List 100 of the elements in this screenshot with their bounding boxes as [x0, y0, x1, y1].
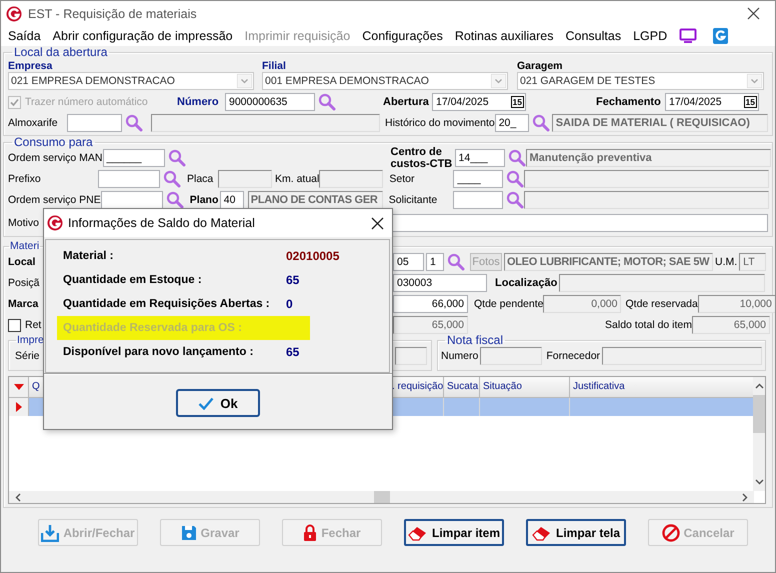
dropdown[interactable]: 021 GARAGEM DE TESTES [517, 72, 764, 90]
display-field: 65,000 [692, 316, 770, 334]
field-label: Solicitante [388, 194, 438, 206]
display-field [218, 170, 272, 188]
text-field[interactable]: 40 [220, 191, 244, 209]
field-label: Qtde pendente [474, 298, 544, 310]
window-title: EST - Requisição de materiais [28, 6, 197, 20]
field-label: Plano [190, 194, 220, 206]
field-label: Fechamento [596, 96, 662, 108]
display-field [319, 170, 384, 188]
close-icon[interactable] [747, 7, 760, 20]
search-icon[interactable] [506, 170, 524, 188]
search-icon[interactable] [532, 114, 550, 132]
field-label: Série [15, 350, 40, 362]
checkmark-icon [198, 396, 214, 410]
field-label: Centro de custos-CTB [390, 146, 454, 170]
row-pointer-icon [16, 402, 22, 412]
field-label: Histórico do movimento [385, 117, 495, 129]
action-button[interactable]: Limpar tela [526, 519, 626, 546]
search-icon[interactable] [508, 149, 526, 167]
action-button[interactable]: Limpar item [404, 519, 504, 546]
calendar-button[interactable]: 15 [744, 96, 757, 108]
text-field[interactable]: 66,000 [393, 295, 468, 313]
menu-item[interactable]: Consultas [560, 29, 628, 43]
field-label: Abertura [383, 96, 430, 108]
chevron-right-icon[interactable] [742, 492, 748, 502]
ok-button[interactable]: Ok [176, 389, 260, 417]
logo-icon [6, 6, 22, 22]
field-label: Numero [441, 350, 478, 362]
menu-item[interactable]: Configurações [356, 29, 449, 43]
download-icon [41, 524, 60, 542]
display-field: Manutenção preventiva [526, 149, 771, 167]
eraser-icon [532, 524, 552, 540]
logo-icon[interactable] [713, 28, 728, 44]
text-field[interactable]: 05 [393, 253, 424, 271]
group-title: Nota fiscal [446, 334, 504, 347]
text-field[interactable]: ____ [453, 170, 504, 188]
chevron-left-icon[interactable] [15, 492, 21, 502]
field-label: U.M. [715, 256, 738, 268]
display-field [480, 347, 542, 365]
text-field[interactable] [452, 191, 503, 209]
calendar-button[interactable]: 15 [510, 96, 524, 108]
column-header[interactable]: Sucata [444, 377, 480, 397]
dropdown[interactable]: 001 EMPRESA DEMONSTRACAO [262, 72, 508, 90]
text-field[interactable]: ______ [102, 149, 165, 167]
horizontal-scrollbar[interactable] [9, 491, 754, 503]
text-field[interactable]: 1 [426, 253, 444, 271]
search-icon[interactable] [168, 149, 186, 167]
close-icon[interactable] [371, 216, 384, 230]
text-field[interactable]: 030003 [393, 274, 487, 292]
column-menu-button[interactable] [9, 377, 29, 397]
checkbox[interactable] [8, 318, 21, 332]
text-field[interactable] [98, 170, 160, 188]
date-field[interactable]: 17/04/2025 15 [665, 93, 759, 111]
search-icon[interactable] [166, 191, 184, 209]
info-value: 65 [286, 345, 300, 359]
group-title: Impre [16, 334, 45, 347]
vertical-scrollbar[interactable] [753, 377, 765, 491]
field-label: Placa [187, 173, 214, 185]
menu-item[interactable]: LGPD [627, 29, 674, 43]
search-icon[interactable] [318, 93, 336, 111]
dropdown[interactable]: 021 EMPRESA DEMONSTRACAO [8, 72, 254, 90]
text-field[interactable]: 9000000635 [225, 93, 315, 111]
info-label: Quantidade em Requisições Abertas : [63, 298, 271, 310]
display-field: SAIDA DE MATERIAL ( REQUISICAO) [552, 114, 768, 132]
chevron-down-icon[interactable] [754, 479, 764, 485]
scrollbar-thumb[interactable] [753, 395, 765, 433]
info-label: Quantidade em Estoque : [63, 274, 203, 286]
scrollbar-thumb[interactable] [374, 491, 390, 503]
dropdown-arrow-icon[interactable] [237, 74, 252, 88]
chevron-up-icon[interactable] [754, 383, 764, 389]
checkbox-label: Ret [25, 319, 42, 331]
text-field[interactable]: 20_ [494, 114, 529, 132]
dropdown-arrow-icon[interactable] [491, 74, 506, 88]
date-field[interactable]: 17/04/2025 15 [432, 93, 526, 111]
search-icon[interactable] [163, 170, 181, 188]
search-icon[interactable] [125, 114, 143, 132]
text-field[interactable] [100, 191, 163, 209]
field-label: Prefixo [8, 173, 42, 185]
caret-down-icon [14, 384, 24, 390]
column-header[interactable]: Situação [480, 377, 570, 397]
dropdown-arrow-icon[interactable] [747, 74, 762, 88]
field-label: Ordem serviço MAN [8, 152, 103, 164]
menu-item[interactable]: Rotinas auxiliares [448, 29, 560, 43]
display-field: 65,000 [393, 316, 468, 334]
text-field[interactable] [67, 114, 122, 132]
info-value: 65 [286, 273, 300, 287]
menu-item[interactable]: Abrir configuração de impressão [46, 29, 239, 43]
field-label: Filial [262, 60, 287, 72]
search-icon[interactable] [447, 253, 465, 271]
text-field[interactable]: 14___ [454, 149, 505, 167]
checkbox-label: Trazer número automático [25, 96, 148, 108]
search-icon[interactable] [506, 191, 524, 209]
monitor-icon[interactable] [679, 28, 698, 44]
info-label: Disponível para novo lançamento : [63, 346, 254, 358]
group-title: Consumo para [13, 136, 94, 149]
info-label: Quantidade Reservada para OS : [63, 322, 242, 334]
field-label: Saldo total do item [605, 319, 692, 331]
info-value: 0 [286, 297, 294, 311]
menu-item[interactable]: Saída [2, 29, 47, 43]
